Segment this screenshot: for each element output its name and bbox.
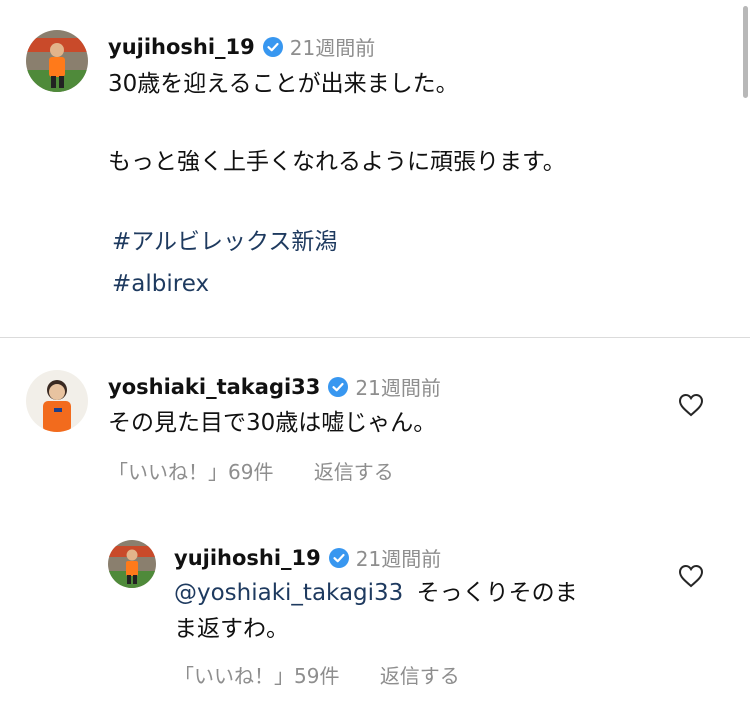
- reply-button[interactable]: 返信する: [380, 664, 460, 688]
- reply-text-line2: ま返すわ。: [174, 616, 289, 642]
- hashtag-link[interactable]: #アルビレックス新潟: [112, 222, 337, 262]
- divider: [0, 337, 750, 338]
- comment-likes[interactable]: 「いいね！」69件: [108, 460, 273, 484]
- reply-meta: 「いいね！」59件 返信する: [174, 660, 460, 689]
- verified-icon: [328, 547, 349, 568]
- reply-text-line1: @yoshiaki_takagi33 そっくりそのま: [174, 573, 578, 613]
- verified-icon: [328, 376, 349, 397]
- reply-likes[interactable]: 「いいね！」59件: [174, 664, 339, 688]
- hashtag-link[interactable]: #albirex: [112, 264, 209, 304]
- comment-meta: 「いいね！」69件 返信する: [108, 456, 394, 485]
- comment-username-row: yoshiaki_takagi33 21週間前: [108, 372, 441, 401]
- like-heart-icon[interactable]: [678, 564, 704, 588]
- reply-username-row: yujihoshi_19 21週間前: [174, 543, 441, 572]
- avatar[interactable]: [26, 370, 88, 432]
- reply-button[interactable]: 返信する: [314, 460, 394, 484]
- reply-text-rest: そっくりそのま: [416, 580, 578, 606]
- avatar[interactable]: [26, 30, 88, 92]
- scrollbar[interactable]: [743, 6, 748, 98]
- mention-link[interactable]: @yoshiaki_takagi33: [174, 580, 403, 606]
- comment-time: 21週間前: [355, 376, 441, 400]
- comment-username[interactable]: yoshiaki_takagi33: [108, 375, 320, 399]
- post-caption-line2: もっと強く上手くなれるように頑張ります。: [108, 149, 566, 175]
- avatar[interactable]: [108, 540, 156, 588]
- verified-icon: [262, 36, 283, 57]
- post-username[interactable]: yujihoshi_19: [108, 35, 255, 59]
- like-heart-icon[interactable]: [678, 393, 704, 417]
- reply-time: 21週間前: [355, 547, 442, 571]
- reply-username[interactable]: yujihoshi_19: [174, 546, 321, 570]
- comment-text: その見た目で30歳は嘘じゃん。: [108, 410, 437, 436]
- post-time: 21週間前: [289, 36, 376, 60]
- post-username-row: yujihoshi_19 21週間前: [108, 32, 375, 61]
- post-caption-line1: 30歳を迎えることが出来ました。: [108, 71, 459, 97]
